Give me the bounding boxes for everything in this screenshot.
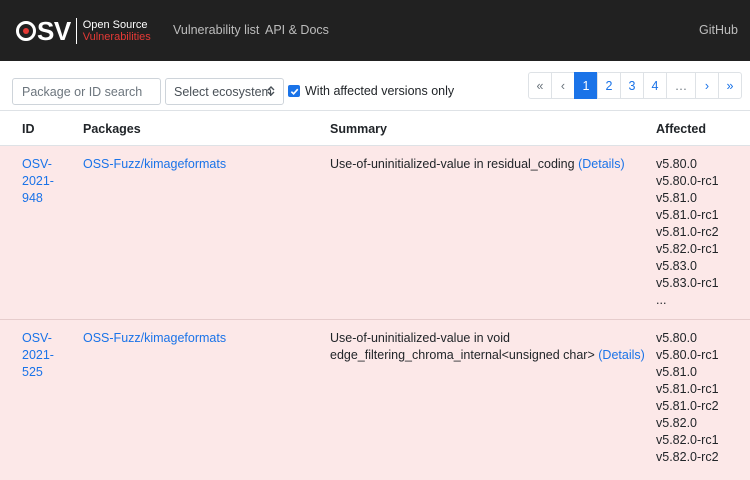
osv-logo-o-icon (16, 21, 36, 41)
column-header-packages: Packages (83, 122, 141, 136)
osv-logo-mark: SV (37, 16, 71, 46)
details-link[interactable]: (Details) (578, 157, 625, 171)
affected-versions: v5.80.0 v5.80.0-rc1 v5.81.0 v5.81.0-rc1 … (656, 157, 719, 307)
vuln-id-link[interactable]: OSV- 2021- 948 (22, 156, 72, 207)
checkmark-icon (290, 88, 298, 95)
page-ellipsis: … (666, 72, 696, 99)
table-row: OSV- 2021- 948 OSS-Fuzz/kimageformats Us… (0, 146, 750, 320)
table-row: OSV- 2021- 525 OSS-Fuzz/kimageformats Us… (0, 320, 750, 480)
column-header-summary: Summary (330, 122, 387, 136)
page-prev-button[interactable]: ‹ (551, 72, 575, 99)
summary-text: Use-of-uninitialized-value in residual_c… (330, 157, 625, 171)
ecosystem-select-label: Select ecosystem (174, 84, 272, 99)
chevron-updown-icon (267, 85, 275, 100)
logo-line1: Open Source (82, 19, 148, 31)
details-link[interactable]: (Details) (598, 348, 645, 362)
page-2-button[interactable]: 2 (597, 72, 621, 99)
page-next-button[interactable]: › (695, 72, 719, 99)
logo-line2: Vulnerabilities (82, 31, 151, 43)
osv-logo[interactable]: SV Open Source Vulnerabilities (16, 17, 151, 45)
search-input[interactable] (12, 78, 161, 105)
package-link[interactable]: OSS-Fuzz/kimageformats (83, 156, 226, 173)
page-last-button[interactable]: » (718, 72, 742, 99)
affected-only-checkbox[interactable] (288, 85, 300, 97)
summary-text: Use-of-uninitialized-value in void edge_… (330, 331, 645, 362)
nav-vulnerability-list[interactable]: Vulnerability list (173, 23, 259, 37)
package-link[interactable]: OSS-Fuzz/kimageformats (83, 330, 226, 347)
column-header-affected: Affected (656, 122, 707, 136)
table-header: ID Packages Summary Affected (0, 110, 750, 146)
page-4-button[interactable]: 4 (643, 72, 667, 99)
vuln-id-link[interactable]: OSV- 2021- 525 (22, 330, 72, 381)
logo-divider (75, 18, 77, 44)
pagination: « ‹ 1 2 3 4 … › » (528, 72, 742, 99)
page-first-button[interactable]: « (528, 72, 552, 99)
page-1-button[interactable]: 1 (574, 72, 598, 99)
page-3-button[interactable]: 3 (620, 72, 644, 99)
nav-github[interactable]: GitHub (699, 23, 738, 37)
affected-only-label[interactable]: With affected versions only (305, 84, 454, 98)
nav-api-docs[interactable]: API & Docs (265, 23, 329, 37)
ecosystem-select[interactable]: Select ecosystem (165, 78, 284, 105)
top-navbar: SV Open Source Vulnerabilities Vulnerabi… (0, 0, 750, 61)
column-header-id: ID (22, 122, 35, 136)
affected-versions: v5.80.0 v5.80.0-rc1 v5.81.0 v5.81.0-rc1 … (656, 331, 719, 464)
